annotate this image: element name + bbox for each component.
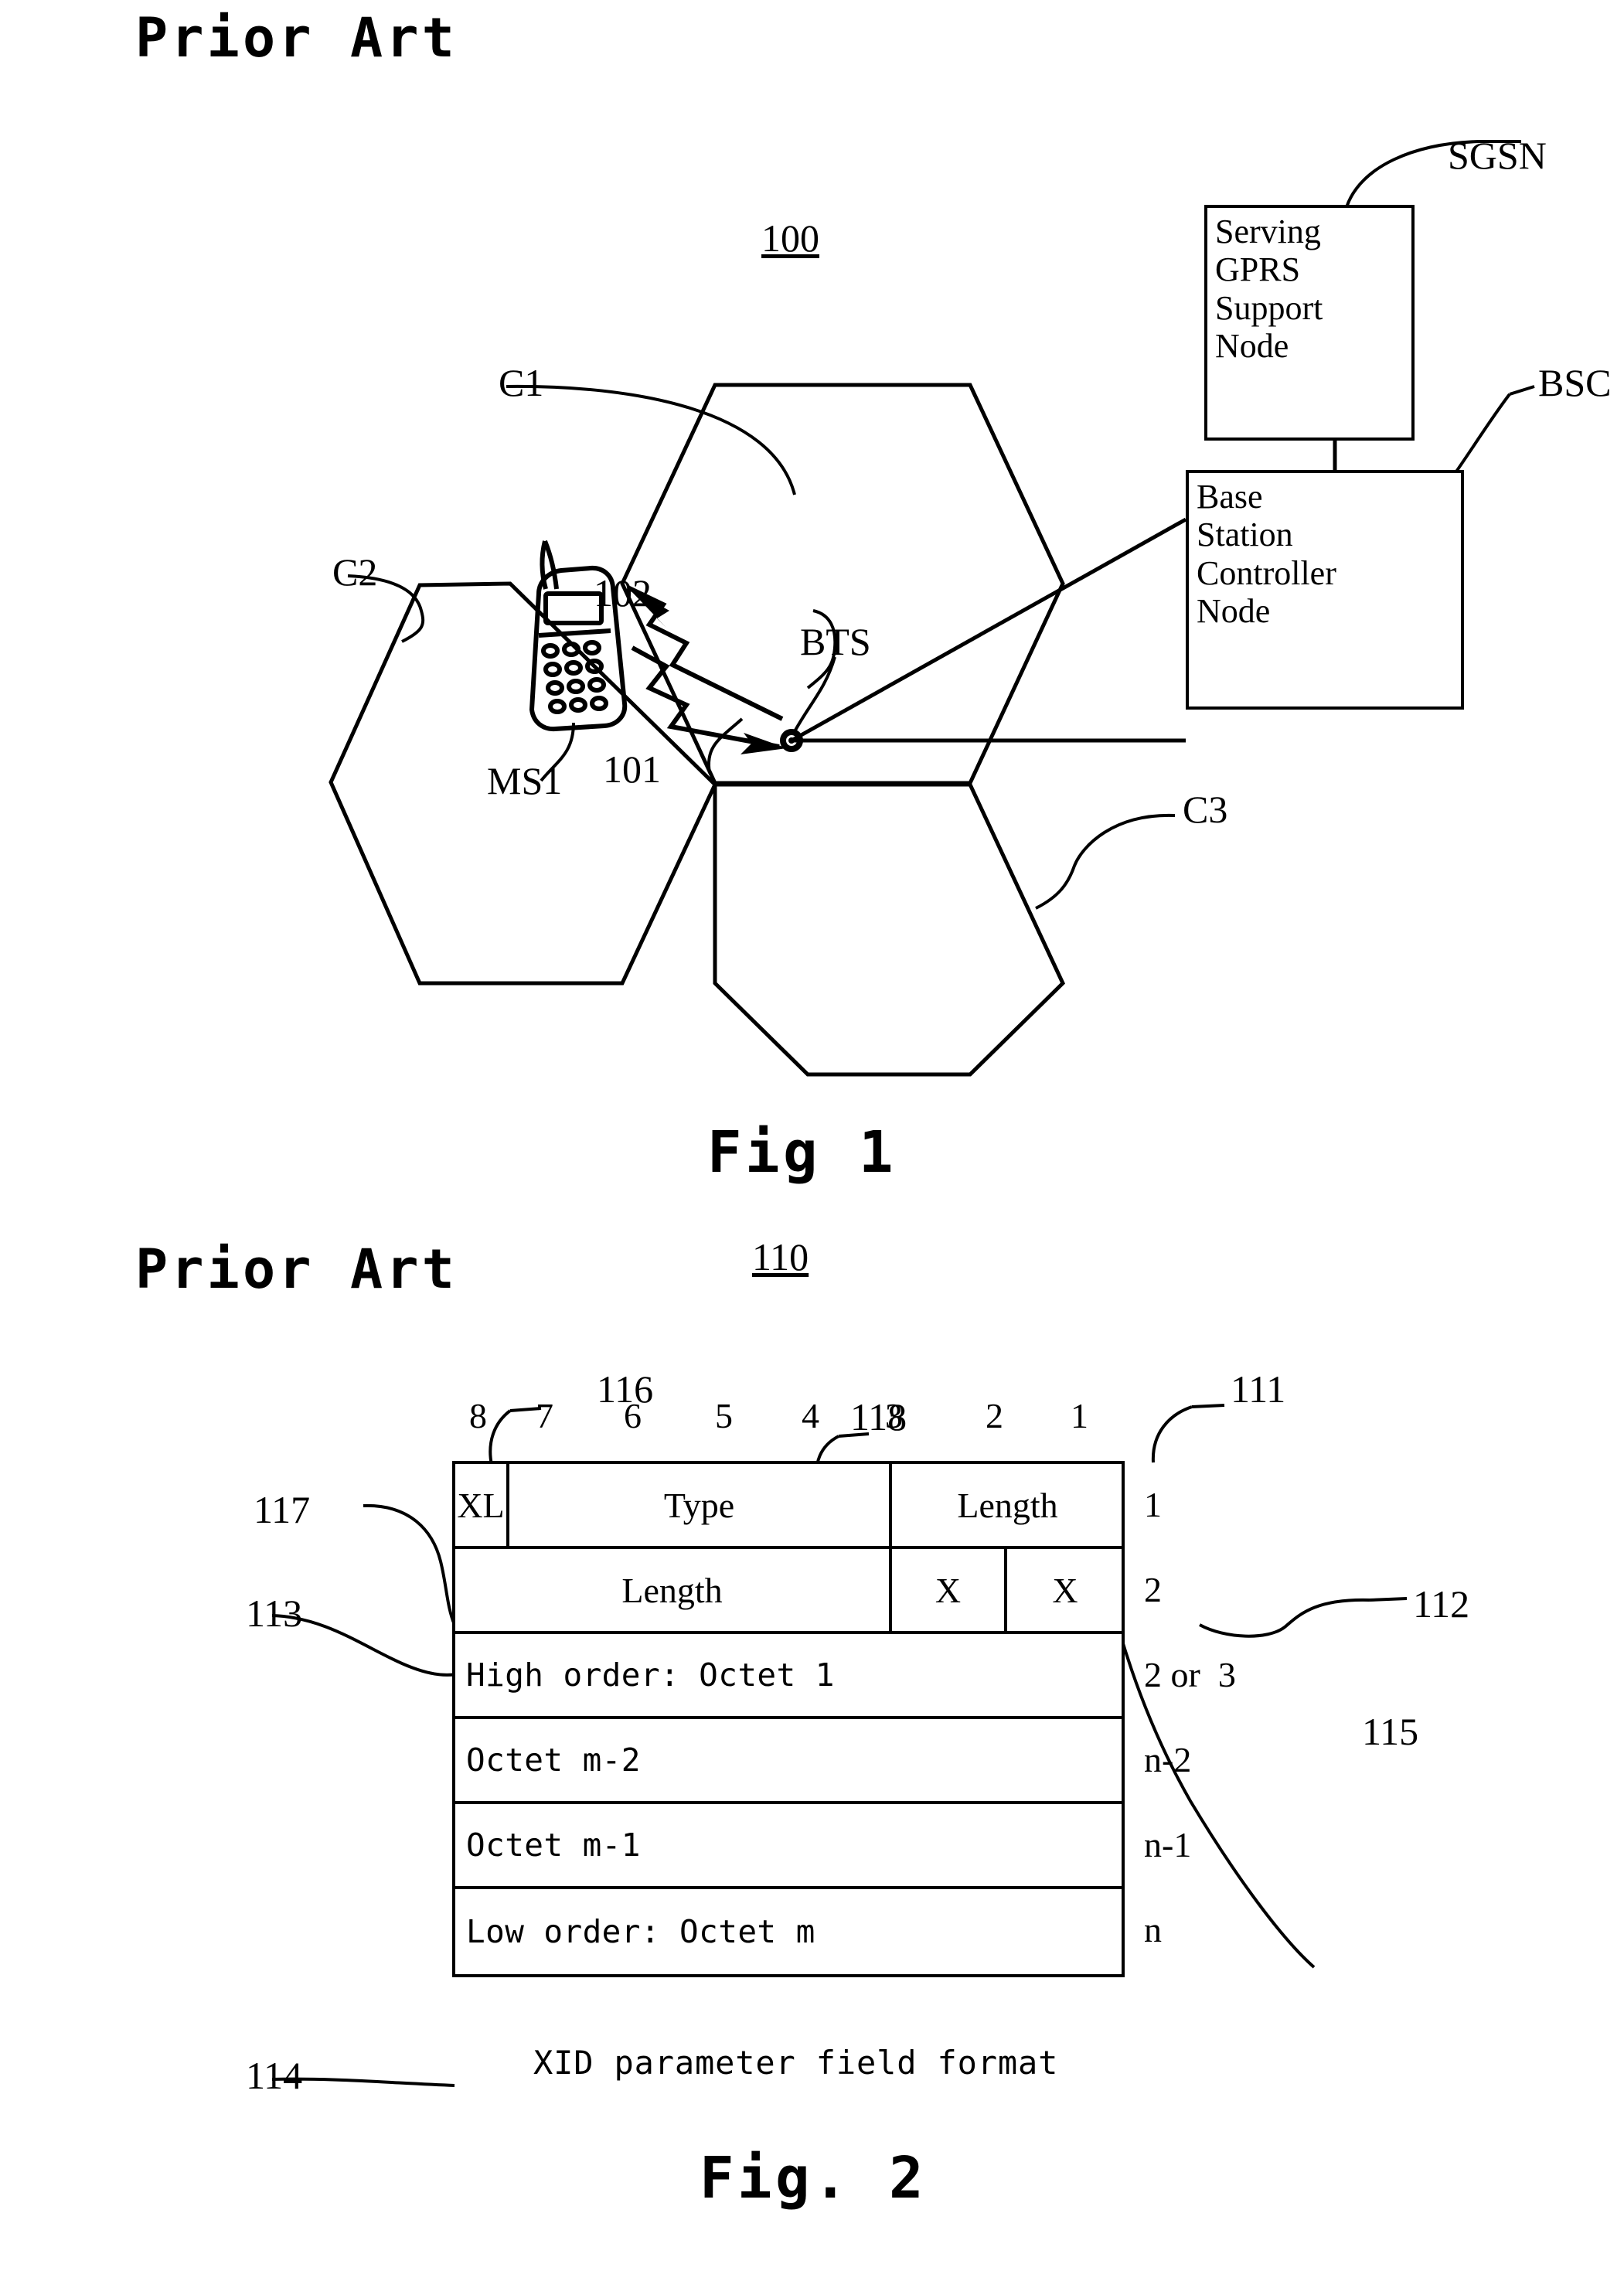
table-row: XL Type Length — [455, 1464, 1122, 1549]
table-cell: Octet m-1 — [466, 1827, 641, 1864]
cell-label-c1: C1 — [499, 361, 544, 404]
ref-112-label: 112 — [1413, 1582, 1470, 1626]
c3-leader-line — [1035, 813, 1176, 910]
mobile-station-label: MS1 — [487, 759, 563, 802]
patent-figure-page: Prior Art 100 C1 C2 C3 MS1 101 102 BTS S… — [0, 0, 1624, 2271]
ref-117-label: 117 — [254, 1488, 311, 1531]
table-row: High order: Octet 1 — [455, 1634, 1122, 1719]
ref-111-label: 111 — [1231, 1367, 1286, 1411]
figure2-reference-number: 110 — [752, 1235, 809, 1279]
bsc-acronym-label: BSC — [1538, 361, 1612, 404]
hexagon-c3-final — [713, 782, 1066, 1077]
downlink-ref-label: 102 — [594, 571, 652, 615]
uplink-radio-arrow — [631, 645, 780, 749]
xid-table-caption: XID parameter field format — [533, 2044, 1059, 2082]
figure1-caption: Fig 1 — [707, 1119, 897, 1186]
table-cell: X — [1052, 1570, 1078, 1610]
bsc-leader-tail — [1509, 385, 1535, 396]
mobile-phone-icon — [529, 540, 628, 732]
table-cell: Length — [455, 1549, 892, 1631]
figure2-prior-art-label: Prior Art — [135, 1238, 458, 1301]
ref-114-label: 114 — [246, 2054, 303, 2097]
table-cell: XL — [455, 1464, 509, 1546]
ref-115-label: 115 — [1362, 1710, 1419, 1753]
table-row: Length X X — [455, 1549, 1122, 1634]
hexagon-cell-c1 — [620, 383, 1065, 785]
table-row: Octet m-2 — [455, 1719, 1122, 1804]
xid-parameter-field-table: XL Type Length Length X X High order: Octet 1O… — [452, 1461, 1125, 1977]
uplink-arrowhead — [741, 733, 787, 754]
table-row: Octet m-1 — [455, 1804, 1122, 1889]
table-cell: Octet m-2 — [466, 1742, 641, 1779]
ref-101-leader-line — [706, 717, 744, 774]
c1-leader-line — [506, 384, 796, 495]
table-cell: Type — [509, 1464, 892, 1546]
cell-label-c3: C3 — [1183, 788, 1228, 831]
sgsn-node-box: Serving GPRS Support Node — [1204, 205, 1415, 441]
table-cell: Low order: Octet m — [466, 1913, 815, 1950]
bsc-node-box: Base Station Controller Node — [1186, 470, 1464, 710]
table-row: Low order: Octet m — [455, 1889, 1122, 1974]
figure2-caption: Fig. 2 — [700, 2145, 927, 2211]
bsc-leader-line — [1455, 393, 1511, 473]
sgsn-acronym-label: SGSN — [1448, 134, 1547, 177]
table-cell: High order: Octet 1 — [466, 1656, 835, 1694]
ref-113-label: 113 — [246, 1592, 303, 1635]
uplink-ref-label: 101 — [603, 747, 661, 791]
ref-116-label: 116 — [597, 1367, 654, 1411]
table-cell: Length — [957, 1485, 1058, 1525]
cell-label-c2: C2 — [332, 550, 378, 594]
table-cell: X — [892, 1549, 1007, 1631]
ref-118-label: 118 — [850, 1395, 907, 1439]
bts-label: BTS — [800, 620, 871, 663]
